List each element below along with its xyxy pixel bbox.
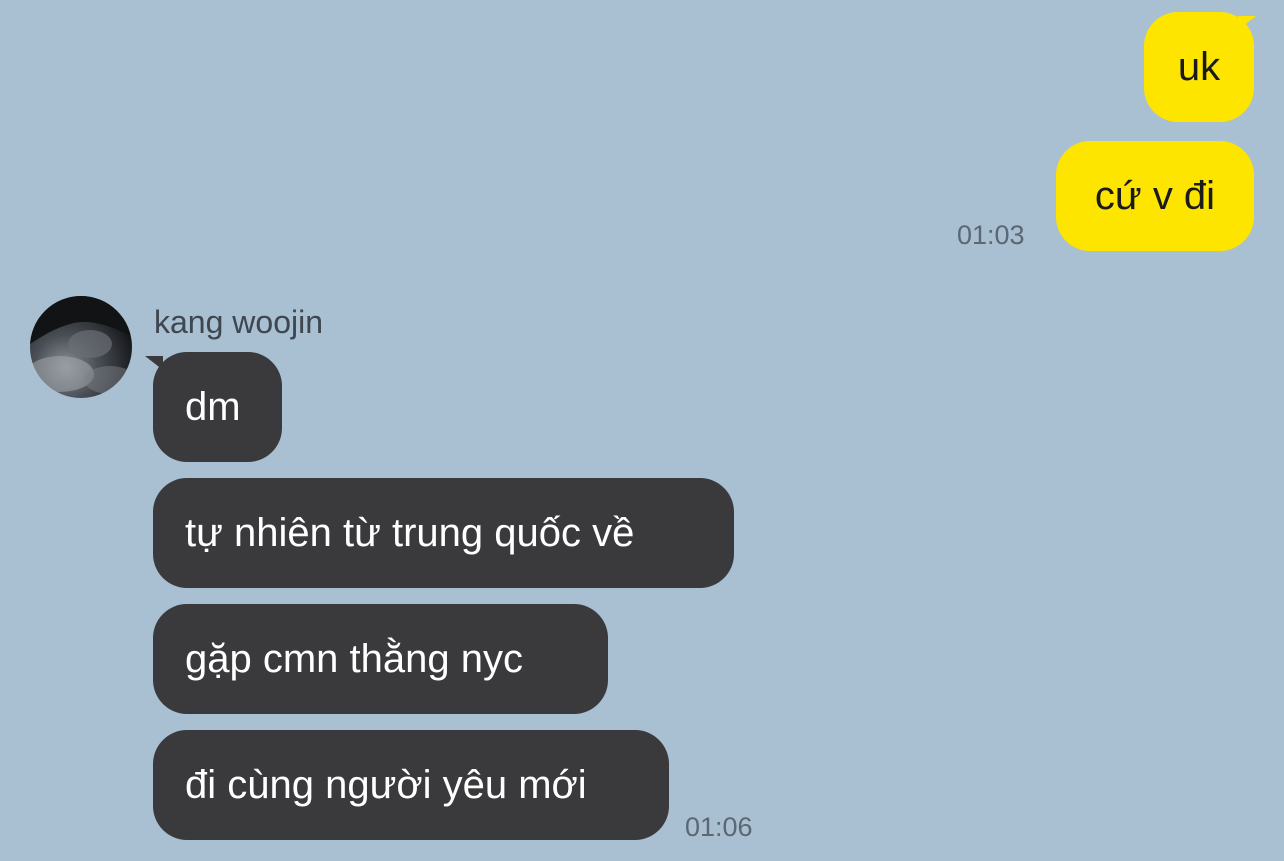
sent-message-bubble[interactable]: uk	[1144, 12, 1254, 122]
received-message-text: đi cùng người yêu mới	[185, 763, 587, 807]
received-message-text: dm	[185, 385, 241, 429]
received-message-bubble[interactable]: gặp cmn thằng nyc	[153, 604, 608, 714]
received-message-bubble[interactable]: tự nhiên từ trung quốc về	[153, 478, 734, 588]
received-message-text: gặp cmn thằng nyc	[185, 637, 523, 681]
received-message-bubble[interactable]: dm	[153, 352, 282, 462]
sent-message-bubble[interactable]: cứ v đi	[1056, 141, 1254, 251]
avatar[interactable]	[30, 296, 132, 398]
received-message-text: tự nhiên từ trung quốc về	[185, 511, 635, 555]
sent-message-text: uk	[1177, 45, 1221, 89]
received-timestamp: 01:06	[685, 812, 753, 842]
received-message-bubble[interactable]: đi cùng người yêu mới	[153, 730, 669, 840]
sent-message-text: cứ v đi	[1094, 174, 1216, 218]
chat-message-area[interactable]: uk cứ v đi 01:03 kang woojin dm tự nhiên…	[0, 0, 1284, 861]
profile-photo-icon	[30, 296, 132, 398]
sent-timestamp: 01:03	[957, 220, 1025, 250]
sender-name: kang woojin	[154, 304, 323, 340]
